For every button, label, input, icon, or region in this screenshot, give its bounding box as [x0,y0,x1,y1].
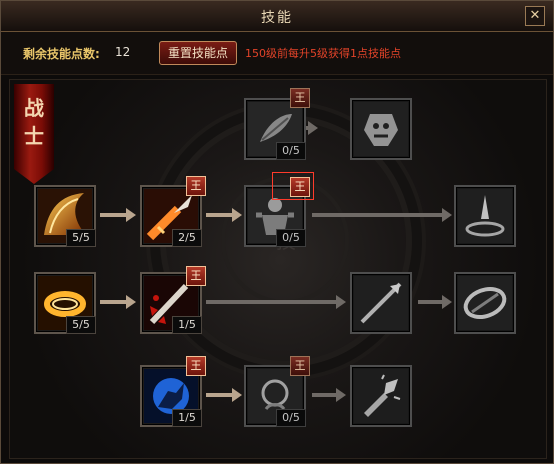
upgrade-button[interactable]: 王 [290,356,310,376]
shattered-sword-icon [354,369,408,423]
points-value: 12 [115,45,131,59]
arrow-connector [206,295,346,309]
skill-window: 技能 ✕ 剩余技能点数: 12 重置技能点 150级前每升5级获得1点技能点 技… [0,0,554,464]
points-label: 剩余技能点数: [23,47,100,61]
arrow-connector [312,388,346,402]
points-rule-text: 150级前每升5级获得1点技能点 [245,47,401,60]
lance-strike-icon [354,276,408,330]
upgrade-button[interactable]: 王 [186,356,206,376]
window-title: 技能 [261,10,293,26]
class-char: 战 [24,96,44,120]
skill-level: 0/5 [276,229,306,247]
skill-slot[interactable] [454,185,516,247]
upgrade-icon: 王 [294,91,306,104]
arrow-connector [100,208,136,222]
upgrade-icon: 王 [190,179,202,192]
upgrade-icon: 王 [190,359,202,372]
info-bar: 剩余技能点数: 12 重置技能点 150级前每升5级获得1点技能点 [1,32,553,75]
close-button[interactable]: ✕ [525,6,545,26]
arrow-connector [312,208,452,222]
skill-level: 1/5 [172,316,202,334]
upgrade-button[interactable]: 王 [186,266,206,286]
arrow-connector [206,208,242,222]
skill-slot[interactable]: 5/5 [34,272,96,334]
arrow-connector [206,388,242,402]
skill-level: 2/5 [172,229,202,247]
skill-slot[interactable]: 5/5 [34,185,96,247]
skill-slot[interactable] [454,272,516,334]
skill-slot[interactable] [350,272,412,334]
class-banner: 战 士 [14,84,54,184]
skill-level: 0/5 [276,409,306,427]
ground-slam-icon [458,189,512,243]
upgrade-button[interactable]: 王 [290,88,310,108]
spinning-blade-icon [458,276,512,330]
selection-highlight [272,172,314,200]
skill-level: 1/5 [172,409,202,427]
upgrade-button[interactable]: 王 [186,176,206,196]
upgrade-icon: 王 [190,269,202,282]
close-icon: ✕ [529,8,541,23]
arrow-connector [100,295,136,309]
title-bar: 技能 ✕ [1,1,553,32]
skill-slot[interactable] [350,98,412,160]
reset-skill-points-button[interactable]: 重置技能点 [159,41,237,65]
upgrade-icon: 王 [294,359,306,372]
skill-level: 5/5 [66,229,96,247]
skill-level: 5/5 [66,316,96,334]
skill-tree: 技 战 士 0/5 王 5/5 2/5 [9,79,547,459]
arrow-connector [418,295,452,309]
skill-slot[interactable] [350,365,412,427]
beast-emblem-icon [354,102,408,156]
class-char: 士 [24,124,44,148]
skill-level: 0/5 [276,142,306,160]
